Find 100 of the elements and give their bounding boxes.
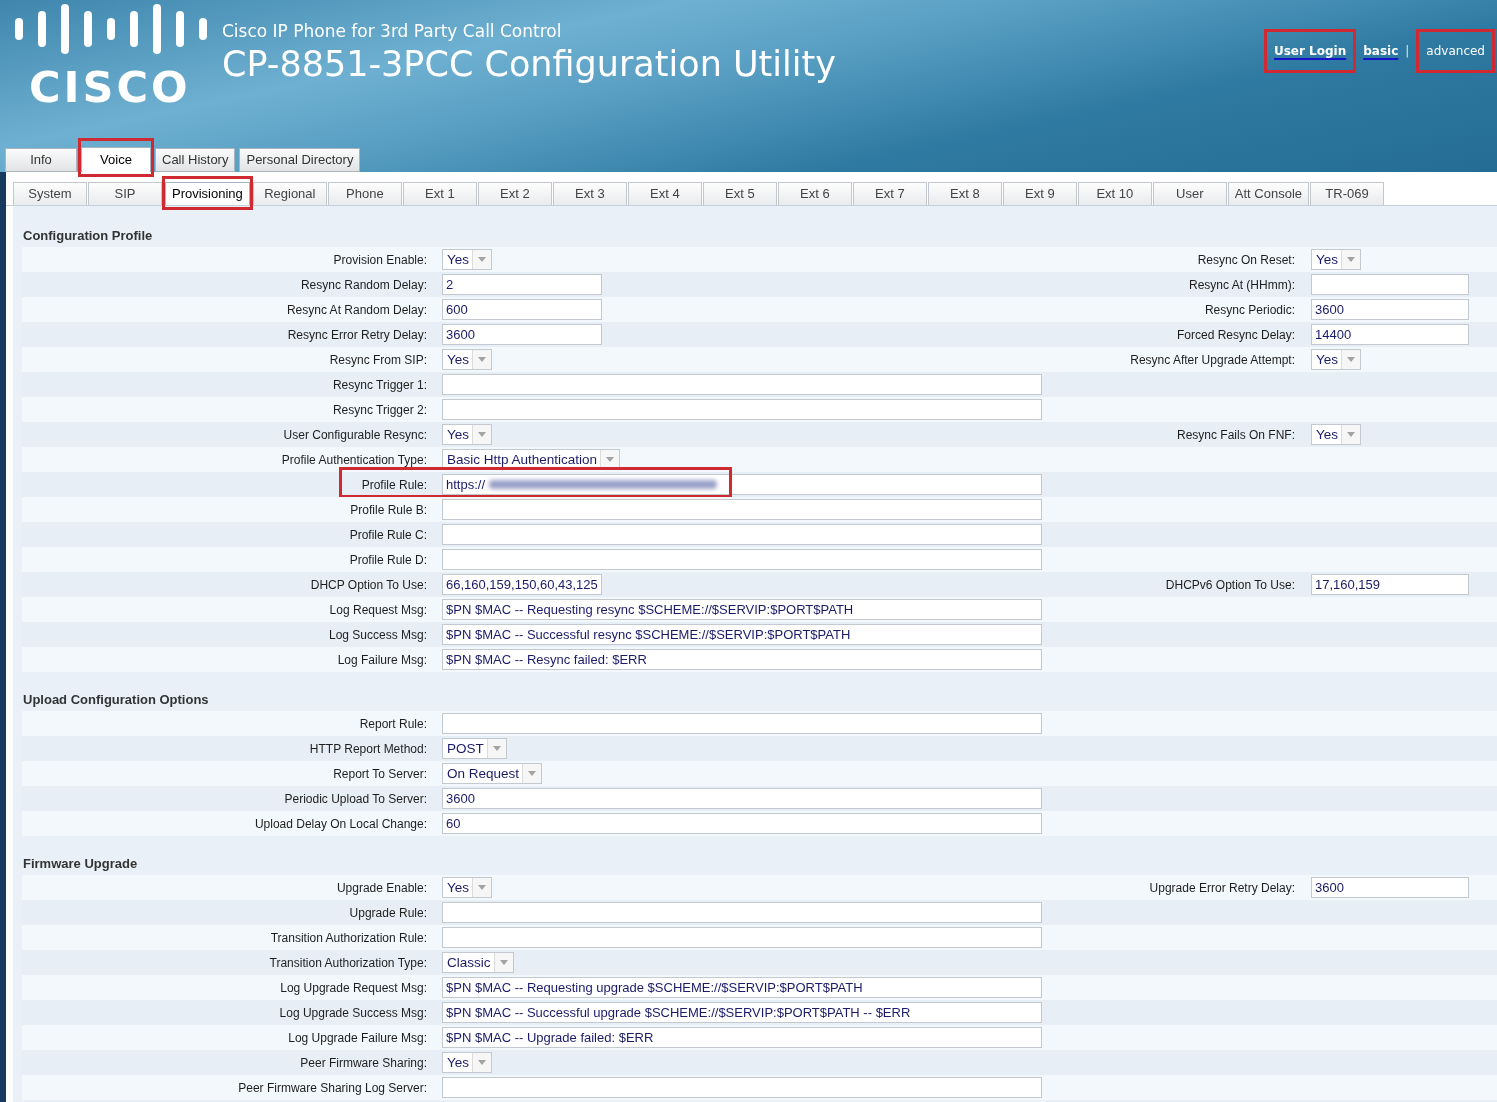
input-field[interactable]: $PN $MAC -- Successful upgrade $SCHEME://$SERVIP:$PORT$PATH -- $ERR — [442, 1002, 1042, 1023]
dropdown[interactable]: Yes — [442, 1052, 493, 1073]
field-label: Profile Rule C: — [348, 526, 427, 544]
dropdown[interactable]: Yes — [442, 249, 493, 270]
sub-tab[interactable]: SIP — [88, 182, 162, 205]
input-field[interactable]: 3600 — [442, 324, 602, 345]
section-heading: Upload Configuration Options — [22, 691, 210, 709]
main-tab[interactable]: Voice — [81, 147, 151, 172]
sub-tab[interactable]: Ext 7 — [852, 182, 927, 205]
field-label: DHCP Option To Use: — [309, 576, 427, 594]
input-field[interactable] — [442, 524, 1042, 545]
field-label: Resync Trigger 2: — [331, 401, 427, 419]
dropdown[interactable]: POST — [442, 738, 507, 759]
sub-tab[interactable]: User — [1152, 182, 1227, 205]
caret-icon — [478, 885, 487, 890]
caret-icon — [528, 771, 537, 776]
caret-icon — [1347, 257, 1356, 262]
sub-tab[interactable]: TR-069 — [1310, 182, 1385, 205]
app-subtitle: Cisco IP Phone for 3rd Party Call Control — [222, 20, 563, 42]
sub-tab[interactable]: Ext 4 — [627, 182, 702, 205]
sub-tab[interactable]: Phone — [327, 182, 402, 205]
dropdown[interactable]: Yes — [1311, 349, 1362, 370]
sub-tab[interactable]: Ext 5 — [702, 182, 777, 205]
field-label: Resync Trigger 1: — [331, 376, 427, 394]
field-label: Upgrade Enable: — [335, 879, 427, 897]
dropdown[interactable]: Yes — [1311, 424, 1362, 445]
field-label: Profile Rule: — [360, 476, 427, 494]
dropdown[interactable]: Yes — [442, 349, 493, 370]
field-label: Resync At Random Delay: — [285, 301, 427, 319]
sub-tab[interactable]: Ext 6 — [777, 182, 852, 205]
sub-tab[interactable]: Ext 1 — [402, 182, 477, 205]
sub-tab[interactable]: System — [13, 182, 87, 205]
input-field[interactable]: 3600 — [1311, 299, 1469, 320]
input-field[interactable] — [442, 549, 1042, 570]
input-field[interactable] — [442, 499, 1042, 520]
input-field[interactable]: 17,160,159 — [1311, 574, 1469, 595]
field-label: Resync After Upgrade Attempt: — [1129, 351, 1295, 369]
main-tab[interactable]: Call History — [155, 148, 236, 172]
field-label: Profile Rule D: — [348, 551, 427, 569]
input-field[interactable] — [442, 927, 1042, 948]
field-label: Resync On Reset: — [1196, 251, 1295, 269]
dropdown[interactable]: Yes — [1311, 249, 1362, 270]
field-label: Transition Authorization Rule: — [269, 929, 427, 947]
input-field[interactable]: $PN $MAC -- Requesting resync $SCHEME://$SERVIP:$PORT$PATH — [442, 599, 1042, 620]
sub-tab[interactable]: Regional — [252, 182, 327, 205]
field-label: Log Upgrade Success Msg: — [278, 1004, 427, 1022]
sub-tab[interactable]: Ext 2 — [477, 182, 552, 205]
input-field[interactable]: 14400 — [1311, 324, 1469, 345]
field-label: Upgrade Rule: — [348, 904, 427, 922]
field-label: Resync Periodic: — [1203, 301, 1295, 319]
field-label: Transition Authorization Type: — [268, 954, 427, 972]
input-field[interactable]: $PN $MAC -- Successful resync $SCHEME://$SERVIP:$PORT$PATH — [442, 624, 1042, 645]
dropdown[interactable]: Classic — [442, 952, 514, 973]
dropdown[interactable]: Yes — [442, 877, 493, 898]
caret-icon — [499, 960, 508, 965]
field-label: DHCPv6 Option To Use: — [1164, 576, 1295, 594]
input-field[interactable] — [442, 1077, 1042, 1098]
field-label: Resync At (HHmm): — [1188, 276, 1295, 294]
input-field[interactable]: 2 — [442, 274, 602, 295]
sub-tab[interactable]: Provisioning — [165, 182, 250, 205]
input-field[interactable] — [442, 902, 1042, 923]
field-label: HTTP Report Method: — [308, 740, 427, 758]
input-field[interactable]: 600 — [442, 299, 602, 320]
user-login-link[interactable]: User Login — [1274, 42, 1347, 60]
caret-icon — [478, 257, 487, 262]
app-title: CP-8851-3PCC Configuration Utility — [222, 43, 836, 86]
input-field[interactable] — [1311, 274, 1469, 295]
dropdown[interactable]: On Request — [442, 763, 543, 784]
field-label: Upload Delay On Local Change: — [253, 815, 427, 833]
field-label: Provision Enable: — [332, 251, 427, 269]
sub-tab[interactable]: Ext 3 — [552, 182, 627, 205]
sub-tab[interactable]: Ext 8 — [927, 182, 1002, 205]
caret-icon — [478, 1060, 487, 1065]
input-field[interactable]: 66,160,159,150,60,43,125 — [442, 574, 602, 595]
input-field[interactable]: https:// — [442, 474, 1042, 495]
input-field[interactable]: 60 — [442, 813, 1042, 834]
field-label: Log Upgrade Request Msg: — [279, 979, 427, 997]
link-separator: | — [1405, 43, 1410, 60]
input-field[interactable]: $PN $MAC -- Resync failed: $ERR — [442, 649, 1042, 670]
view-mode-link[interactable]: advanced — [1426, 42, 1485, 60]
sub-tab[interactable]: Ext 10 — [1077, 182, 1152, 205]
view-mode-link[interactable]: basic — [1363, 42, 1399, 60]
input-field[interactable]: $PN $MAC -- Requesting upgrade $SCHEME://$SERVIP:$PORT$PATH — [442, 977, 1042, 998]
sub-tab[interactable]: Att Console — [1227, 182, 1310, 205]
caret-icon — [478, 432, 487, 437]
input-field[interactable] — [442, 713, 1042, 734]
field-label: Upgrade Error Retry Delay: — [1148, 879, 1295, 897]
field-label: Forced Resync Delay: — [1175, 326, 1295, 344]
input-field[interactable]: 3600 — [442, 788, 1042, 809]
field-label: Resync Fails On FNF: — [1175, 426, 1295, 444]
input-field[interactable]: 3600 — [1311, 877, 1469, 898]
main-tab[interactable]: Personal Directory — [239, 148, 361, 172]
dropdown[interactable]: Yes — [442, 424, 493, 445]
input-field[interactable] — [442, 399, 1042, 420]
field-label: Resync Random Delay: — [299, 276, 427, 294]
main-tab[interactable]: Info — [5, 148, 77, 172]
input-field[interactable] — [442, 374, 1042, 395]
field-label: User Configurable Resync: — [282, 426, 427, 444]
input-field[interactable]: $PN $MAC -- Upgrade failed: $ERR — [442, 1027, 1042, 1048]
sub-tab[interactable]: Ext 9 — [1002, 182, 1077, 205]
